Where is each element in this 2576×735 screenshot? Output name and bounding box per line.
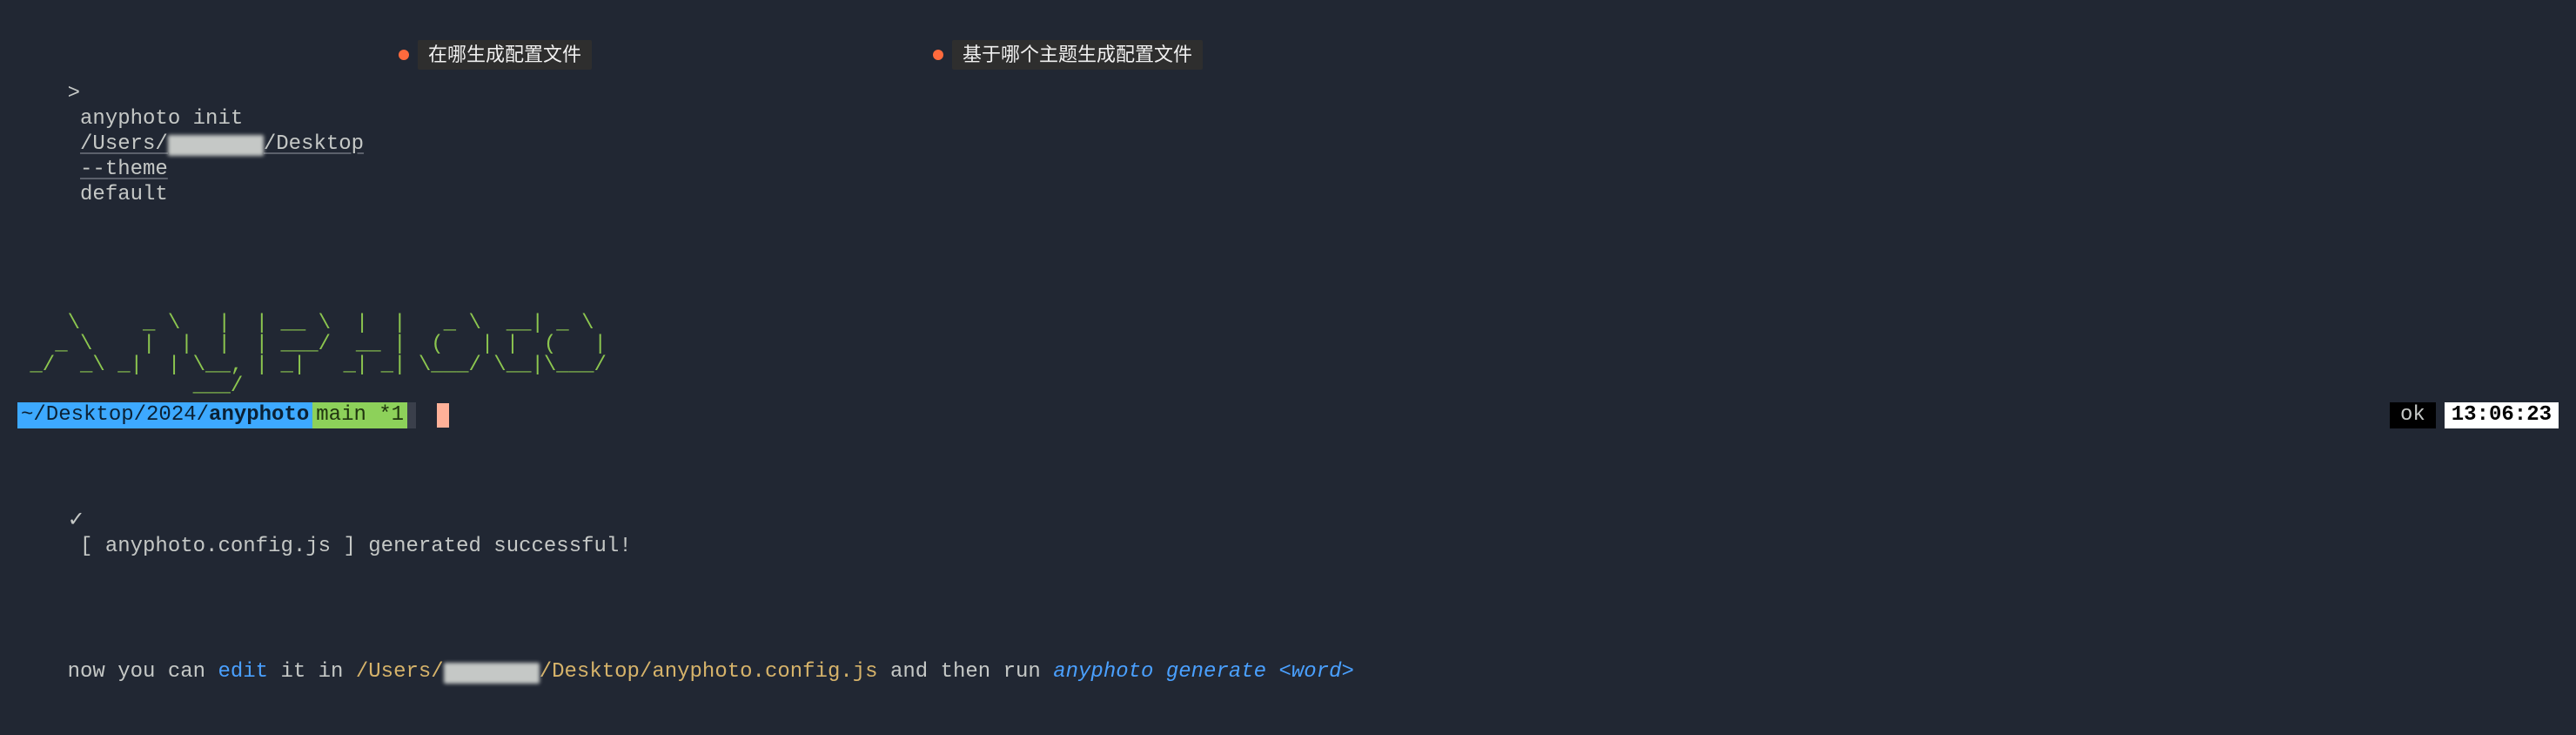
success-message: ✓ [ anyphoto.config.js ] generated succe… (17, 484, 2559, 584)
status-bar: ~/Desktop/2024/anyphoto main *1 ok 13:06… (17, 402, 2559, 428)
annotation-dot-icon (933, 50, 943, 60)
generate-command: anyphoto generate <word> (1053, 660, 1354, 684)
prompt-symbol: > (68, 82, 80, 105)
flag-theme: --theme (80, 158, 168, 181)
annotation-label: 在哪生成配置文件 (418, 40, 592, 70)
status-ok: ok (2390, 402, 2436, 428)
status-path[interactable]: ~/Desktop/2024/anyphoto (17, 402, 312, 428)
ascii-logo: \ _ \ | | __ \ | | _ \ __| _ \ _ \ | | |… (17, 314, 2559, 397)
command-name: anyphoto init (80, 107, 243, 131)
annotation-dot-icon (399, 50, 409, 60)
status-time: 13:06:23 (2445, 402, 2559, 428)
config-path: /Users//Desktop/anyphoto.config.js (356, 660, 878, 684)
redacted-user (168, 135, 264, 156)
redacted-user (444, 663, 540, 684)
flag-value: default (80, 183, 168, 206)
status-extra (407, 402, 416, 428)
command-line[interactable]: > anyphoto init /Users//Desktop --theme … (17, 57, 2559, 233)
annotation-theme: 基于哪个主题生成配置文件 (933, 40, 1203, 70)
hint-message: now you can edit it in /Users//Desktop/a… (17, 635, 2559, 710)
edit-keyword: edit (218, 660, 268, 684)
annotation-path: 在哪生成配置文件 (399, 40, 592, 70)
status-branch[interactable]: main *1 (312, 402, 407, 428)
arg-path: /Users//Desktop (80, 132, 364, 156)
check-icon: ✓ (68, 509, 85, 533)
cursor (437, 403, 449, 428)
annotation-label: 基于哪个主题生成配置文件 (952, 40, 1203, 70)
